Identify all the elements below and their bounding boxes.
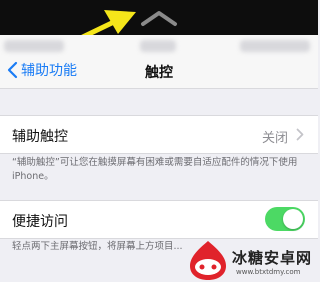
reachability-toggle[interactable] [265,207,305,231]
status-bar-blur [140,40,176,52]
page-title: 触控 [145,65,173,81]
watermark-text: 冰糖安卓网 [232,249,313,267]
reachability-label: 便捷访问 [12,214,68,230]
watermark-logo-icon [190,241,226,280]
assistive-touch-row[interactable]: 辅助触控 关闭 [0,115,318,154]
disclosure-chevron-icon [296,128,304,141]
watermark-url: www.btxtdmy.com [236,268,301,276]
assistive-touch-footnote: “辅助触控”可让您在触摸屏幕有困难或需要自适应配件的情况下使用iPhone。 [12,157,298,182]
toggle-knob [283,209,303,229]
status-bar-blur [4,40,64,52]
assistive-touch-value: 关闭 [262,131,289,146]
status-bar-blur [240,40,310,52]
assistive-touch-label: 辅助触控 [12,129,68,145]
